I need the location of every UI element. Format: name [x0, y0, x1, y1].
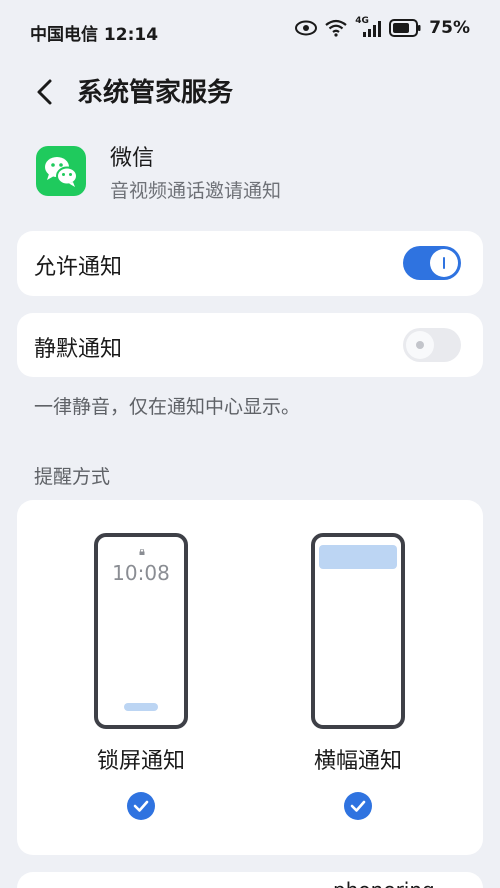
- banner-preview[interactable]: [311, 533, 405, 729]
- preview-notification-bar: [124, 703, 158, 711]
- bottom-partial-card[interactable]: phonering: [17, 872, 483, 888]
- allow-notifications-label: 允许通知: [34, 255, 123, 280]
- status-icons: 4G 75%: [295, 16, 470, 38]
- silent-notifications-row[interactable]: 静默通知: [17, 313, 483, 377]
- reminder-style-card: 10:08 锁屏通知 横幅通知: [17, 500, 483, 855]
- wifi-icon: [325, 19, 347, 37]
- lockscreen-preview[interactable]: 10:08: [94, 533, 188, 729]
- wechat-icon: [36, 146, 86, 196]
- eye-icon: [295, 20, 318, 36]
- silent-notifications-toggle[interactable]: [403, 328, 461, 362]
- signal-icon: 4G: [355, 16, 382, 38]
- app-subtitle: 音视频通话邀请通知: [110, 180, 282, 202]
- banner-option-label: 横幅通知: [313, 749, 402, 774]
- lock-icon: [139, 549, 145, 555]
- reminder-section-title: 提醒方式: [34, 466, 111, 488]
- status-bar: 中国电信 12:14 4G 75%: [0, 0, 500, 60]
- chevron-left-icon: [37, 79, 52, 105]
- battery-icon: [389, 19, 421, 37]
- silent-notifications-label: 静默通知: [34, 337, 123, 362]
- silent-hint: 一律静音，仅在通知中心显示。: [34, 396, 301, 418]
- allow-notifications-row[interactable]: 允许通知: [17, 231, 483, 296]
- toggle-knob: [430, 249, 458, 277]
- back-button[interactable]: [28, 74, 64, 110]
- lockscreen-check-icon[interactable]: [127, 792, 155, 820]
- header: 系统管家服务: [0, 62, 500, 118]
- banner-check-icon[interactable]: [344, 792, 372, 820]
- preview-banner: [319, 545, 397, 569]
- page-title: 系统管家服务: [77, 78, 234, 108]
- allow-notifications-toggle[interactable]: [403, 246, 461, 280]
- carrier-time: 中国电信 12:14: [30, 25, 159, 45]
- app-info: 微信 音视频通话邀请通知: [36, 138, 466, 208]
- toggle-knob: [406, 331, 434, 359]
- battery-percent: 75%: [429, 18, 470, 38]
- ringtone-value: phonering: [333, 878, 435, 888]
- preview-time: 10:08: [112, 561, 170, 585]
- lockscreen-option-label: 锁屏通知: [96, 749, 185, 774]
- app-name: 微信: [110, 146, 155, 171]
